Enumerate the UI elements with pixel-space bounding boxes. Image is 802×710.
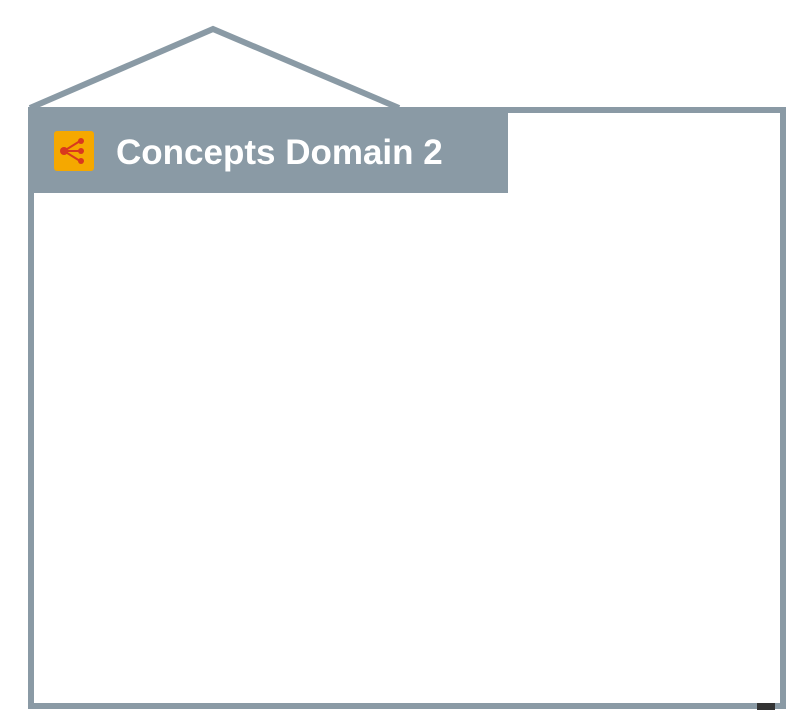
domain-header[interactable]: Concepts Domain 2	[28, 113, 508, 193]
domain-roof-outline	[28, 25, 401, 111]
concepts-domain-icon	[54, 131, 94, 171]
resize-handle[interactable]	[757, 703, 775, 710]
concepts-domain-container[interactable]	[28, 107, 786, 709]
domain-title: Concepts Domain 2	[116, 133, 443, 172]
